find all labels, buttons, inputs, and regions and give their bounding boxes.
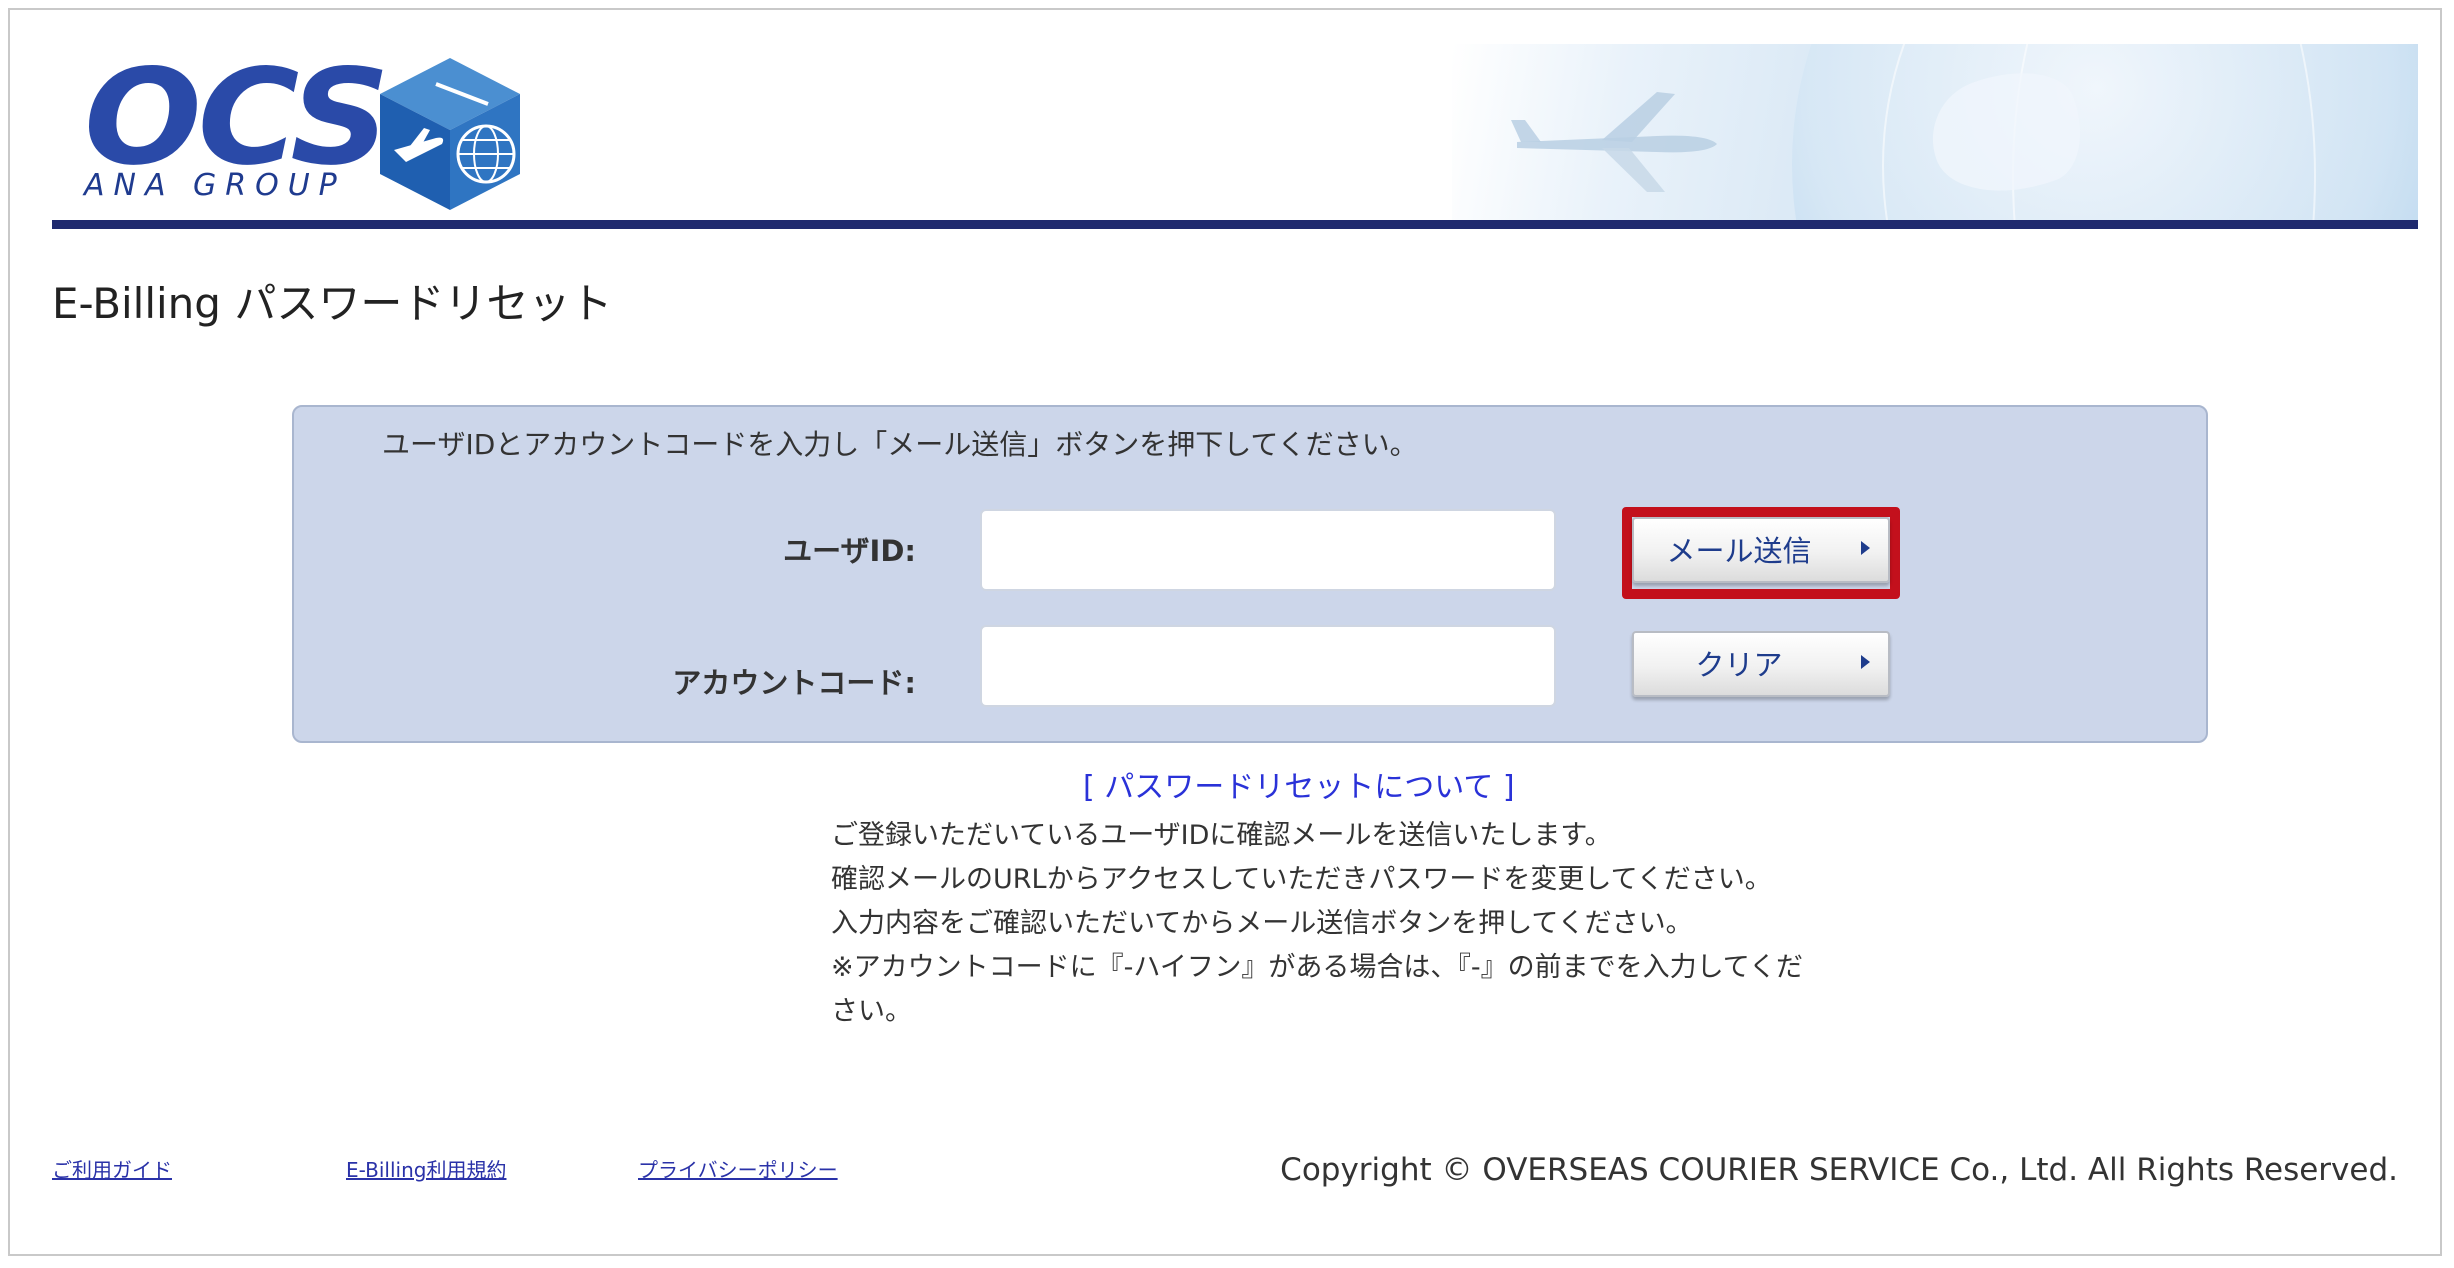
arrow-right-icon bbox=[1861, 655, 1870, 669]
info-line: さい。 bbox=[831, 996, 912, 1027]
info-line: 確認メールのURLからアクセスしていただきパスワードを変更してください。 bbox=[831, 864, 1772, 895]
account-code-input[interactable] bbox=[980, 625, 1556, 707]
clear-button-label: クリア bbox=[1695, 648, 1783, 682]
cube-logo-icon bbox=[380, 58, 520, 210]
header-divider bbox=[52, 220, 2418, 229]
arrow-right-icon bbox=[1861, 541, 1870, 555]
header-banner bbox=[1452, 44, 2418, 220]
page-title: E-Billing パスワードリセット bbox=[52, 279, 613, 328]
password-reset-info: ご登録いただいているユーザIDに確認メールを送信いたします。 確認メールのURL… bbox=[831, 814, 1803, 1034]
footer-link-privacy[interactable]: プライバシーポリシー bbox=[638, 1157, 838, 1183]
logo-subtitle: ANA GROUP bbox=[84, 168, 346, 203]
send-mail-button[interactable]: メール送信 bbox=[1632, 517, 1890, 583]
send-mail-button-label: メール送信 bbox=[1666, 534, 1812, 568]
user-id-label: ユーザID: bbox=[783, 534, 916, 568]
copyright-notice: Copyright © OVERSEAS COURIER SERVICE Co.… bbox=[1280, 1152, 2398, 1188]
info-line: ご登録いただいているユーザIDに確認メールを送信いたします。 bbox=[831, 820, 1612, 851]
ocs-logo: OCS ANA GROUP bbox=[84, 52, 524, 212]
password-reset-form: ユーザIDとアカウントコードを入力し「メール送信」ボタンを押下してください。 ユ… bbox=[292, 405, 2208, 743]
form-instruction: ユーザIDとアカウントコードを入力し「メール送信」ボタンを押下してください。 bbox=[382, 428, 1418, 461]
info-line: ※アカウントコードに『-ハイフン』がある場合は、『-』の前までを入力してくだ bbox=[831, 952, 1803, 983]
footer-link-terms[interactable]: E-Billing利用規約 bbox=[346, 1157, 506, 1183]
user-id-input[interactable] bbox=[980, 509, 1556, 591]
footer-link-user-guide[interactable]: ご利用ガイド bbox=[52, 1157, 172, 1183]
info-line: 入力内容をご確認いただいてからメール送信ボタンを押してください。 bbox=[831, 908, 1693, 939]
password-reset-info-link[interactable]: [ パスワードリセットについて ] bbox=[1083, 768, 1515, 808]
clear-button[interactable]: クリア bbox=[1632, 631, 1890, 697]
account-code-label: アカウントコード: bbox=[672, 666, 916, 700]
logo-brand-text: OCS bbox=[84, 41, 390, 195]
airplane-icon bbox=[1511, 92, 1717, 192]
